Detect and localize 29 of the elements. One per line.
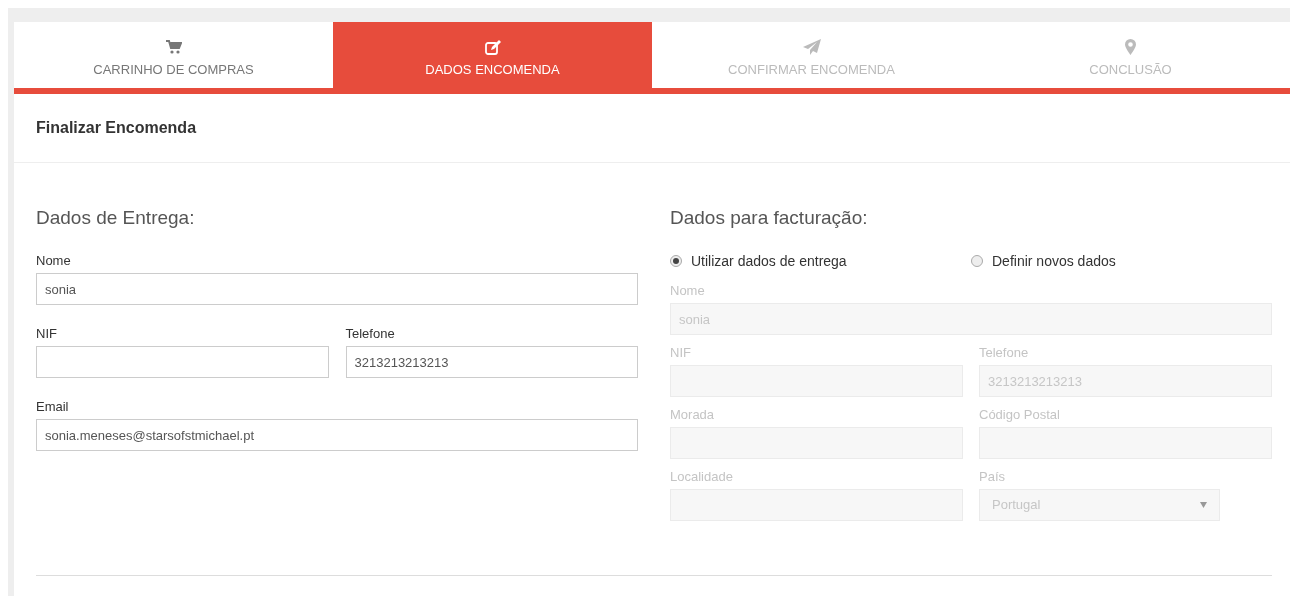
section-heading: Dados para facturação:	[670, 207, 869, 229]
field-label: Código Postal	[979, 407, 1061, 422]
field-label: NIF	[670, 345, 692, 360]
field-label: NIF	[36, 326, 58, 341]
panel-title: Finalizar Encomenda	[14, 94, 1290, 163]
field-label: País	[979, 469, 1006, 484]
paper-plane-icon	[802, 39, 821, 55]
step-tab[interactable]: DADOS ENCOMENDA	[333, 22, 652, 88]
section-heading: Dados de Entrega:	[36, 207, 196, 229]
edit-icon	[484, 39, 501, 55]
map-marker-icon	[1125, 39, 1136, 55]
input-field[interactable]	[36, 346, 329, 378]
field-label: Telefone	[345, 326, 396, 341]
radio-label[interactable]: Definir novos dados	[992, 253, 1116, 269]
radio-label[interactable]: Utilizar dados de entrega	[691, 253, 847, 269]
radio-button[interactable]	[971, 255, 983, 267]
field-label: Telefone	[979, 345, 1030, 360]
step-tab[interactable]: CARRINHO DE COMPRAS	[14, 22, 333, 88]
field-label: Morada	[670, 407, 716, 422]
input-field[interactable]: sonia	[36, 273, 638, 305]
field-label: Email	[36, 399, 70, 414]
radio-button[interactable]	[670, 255, 682, 267]
caret-icon	[1200, 502, 1207, 508]
field-label: Nome	[670, 283, 706, 298]
field-label: Localidade	[670, 469, 734, 484]
cart-icon	[165, 40, 182, 54]
input-field[interactable]: sonia.meneses@starsofstmichael.pt	[36, 419, 638, 451]
input-field[interactable]: 3213213213213	[345, 346, 638, 378]
field-label: Nome	[36, 253, 72, 268]
